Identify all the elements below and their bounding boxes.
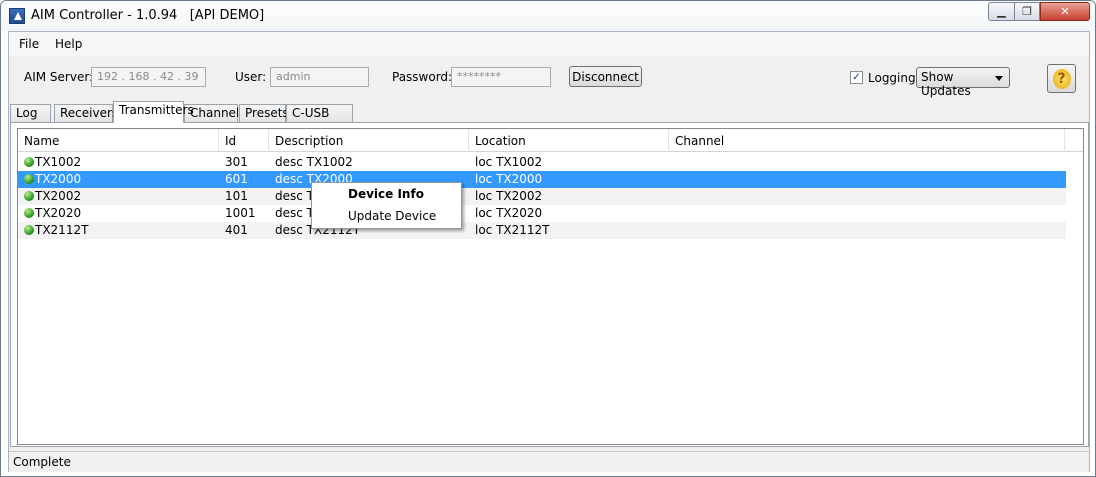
row-id: 601 xyxy=(225,172,248,186)
password-field[interactable]: ******** xyxy=(451,67,551,87)
row-description: desc TX1002 xyxy=(275,155,353,169)
row-location: loc TX2112T xyxy=(475,223,550,237)
status-bar: Complete xyxy=(9,451,1089,472)
tab-c-usb-lan[interactable]: C-USB LAN xyxy=(286,104,353,134)
table-row[interactable]: TX2020 1001 desc TX loc TX2020 xyxy=(18,205,1066,222)
table-row[interactable]: TX1002 301 desc TX1002 loc TX1002 xyxy=(18,154,1066,171)
status-online-icon xyxy=(24,174,34,184)
password-label: Password: xyxy=(392,70,453,84)
column-location[interactable]: Location xyxy=(469,129,669,152)
client-area: File Help AIM Server: 192 . 168 . 42 . 3… xyxy=(8,31,1090,472)
row-name: TX2000 xyxy=(35,172,82,186)
table-row[interactable]: TX2112T 401 desc TX2112T loc TX2112T xyxy=(18,222,1066,239)
chevron-down-icon xyxy=(995,76,1003,81)
status-text: Complete xyxy=(13,455,71,469)
minimize-button[interactable]: ▁ xyxy=(988,2,1015,21)
column-id[interactable]: Id xyxy=(219,129,269,152)
show-updates-value: Show Updates xyxy=(921,70,971,98)
column-description[interactable]: Description xyxy=(269,129,469,152)
tab-log[interactable]: Log xyxy=(10,104,51,122)
transmitters-panel: Name Id Description Location Channel TX1… xyxy=(10,122,1089,447)
row-name: TX2020 xyxy=(35,206,82,220)
menu-bar: File Help xyxy=(9,32,1089,56)
app-window: AIM Controller - 1.0.94 [API DEMO] ▁ ❐ ✕… xyxy=(0,0,1096,477)
row-location: loc TX2020 xyxy=(475,206,543,220)
help-button[interactable]: ? xyxy=(1047,64,1076,93)
status-online-icon xyxy=(24,191,34,201)
server-label: AIM Server: xyxy=(24,70,94,84)
row-location: loc TX2002 xyxy=(475,189,543,203)
context-menu: Device Info Update Device xyxy=(311,182,462,229)
help-icon: ? xyxy=(1052,68,1071,89)
menu-file[interactable]: File xyxy=(19,37,39,51)
tab-receivers[interactable]: Receivers xyxy=(54,104,118,122)
tab-presets[interactable]: Presets xyxy=(239,104,289,122)
status-online-icon xyxy=(24,157,34,167)
row-id: 1001 xyxy=(225,206,256,220)
window-title: AIM Controller - 1.0.94 [API DEMO] xyxy=(31,8,265,23)
disconnect-button[interactable]: Disconnect xyxy=(569,66,642,87)
logging-checkbox[interactable]: ✓ xyxy=(850,71,863,84)
server-ip-field[interactable]: 192 . 168 . 42 . 39 xyxy=(91,67,206,87)
context-menu-device-info[interactable]: Device Info xyxy=(313,184,460,205)
row-location: loc TX2000 xyxy=(475,172,543,186)
show-updates-select[interactable]: Show Updates xyxy=(916,67,1010,98)
table-row-selected[interactable]: TX2000 601 desc TX2000 loc TX2000 xyxy=(18,171,1066,188)
row-name: TX2112T xyxy=(35,223,89,237)
user-label: User: xyxy=(235,70,267,84)
transmitters-list[interactable]: Name Id Description Location Channel TX1… xyxy=(17,128,1084,445)
row-name: TX2002 xyxy=(35,189,82,203)
menu-help[interactable]: Help xyxy=(55,37,82,51)
row-name: TX1002 xyxy=(35,155,82,169)
title-bar[interactable]: AIM Controller - 1.0.94 [API DEMO] ▁ ❐ ✕ xyxy=(1,1,1095,31)
row-id: 301 xyxy=(225,155,248,169)
status-online-icon xyxy=(24,208,34,218)
column-channel[interactable]: Channel xyxy=(669,129,1065,152)
user-field[interactable]: admin xyxy=(270,67,369,87)
context-menu-update-device[interactable]: Update Device xyxy=(313,206,460,227)
app-logo-icon xyxy=(9,8,25,24)
row-id: 401 xyxy=(225,223,248,237)
maximize-button[interactable]: ❐ xyxy=(1014,2,1040,21)
row-id: 101 xyxy=(225,189,248,203)
close-button[interactable]: ✕ xyxy=(1040,2,1090,21)
row-location: loc TX1002 xyxy=(475,155,543,169)
status-online-icon xyxy=(24,225,34,235)
tab-transmitters[interactable]: Transmitters xyxy=(113,101,194,123)
logging-label: Logging xyxy=(868,71,916,85)
column-name[interactable]: Name xyxy=(18,129,219,152)
table-row[interactable]: TX2002 101 desc TX loc TX2002 xyxy=(18,188,1066,205)
list-header: Name Id Description Location Channel xyxy=(18,129,1083,152)
